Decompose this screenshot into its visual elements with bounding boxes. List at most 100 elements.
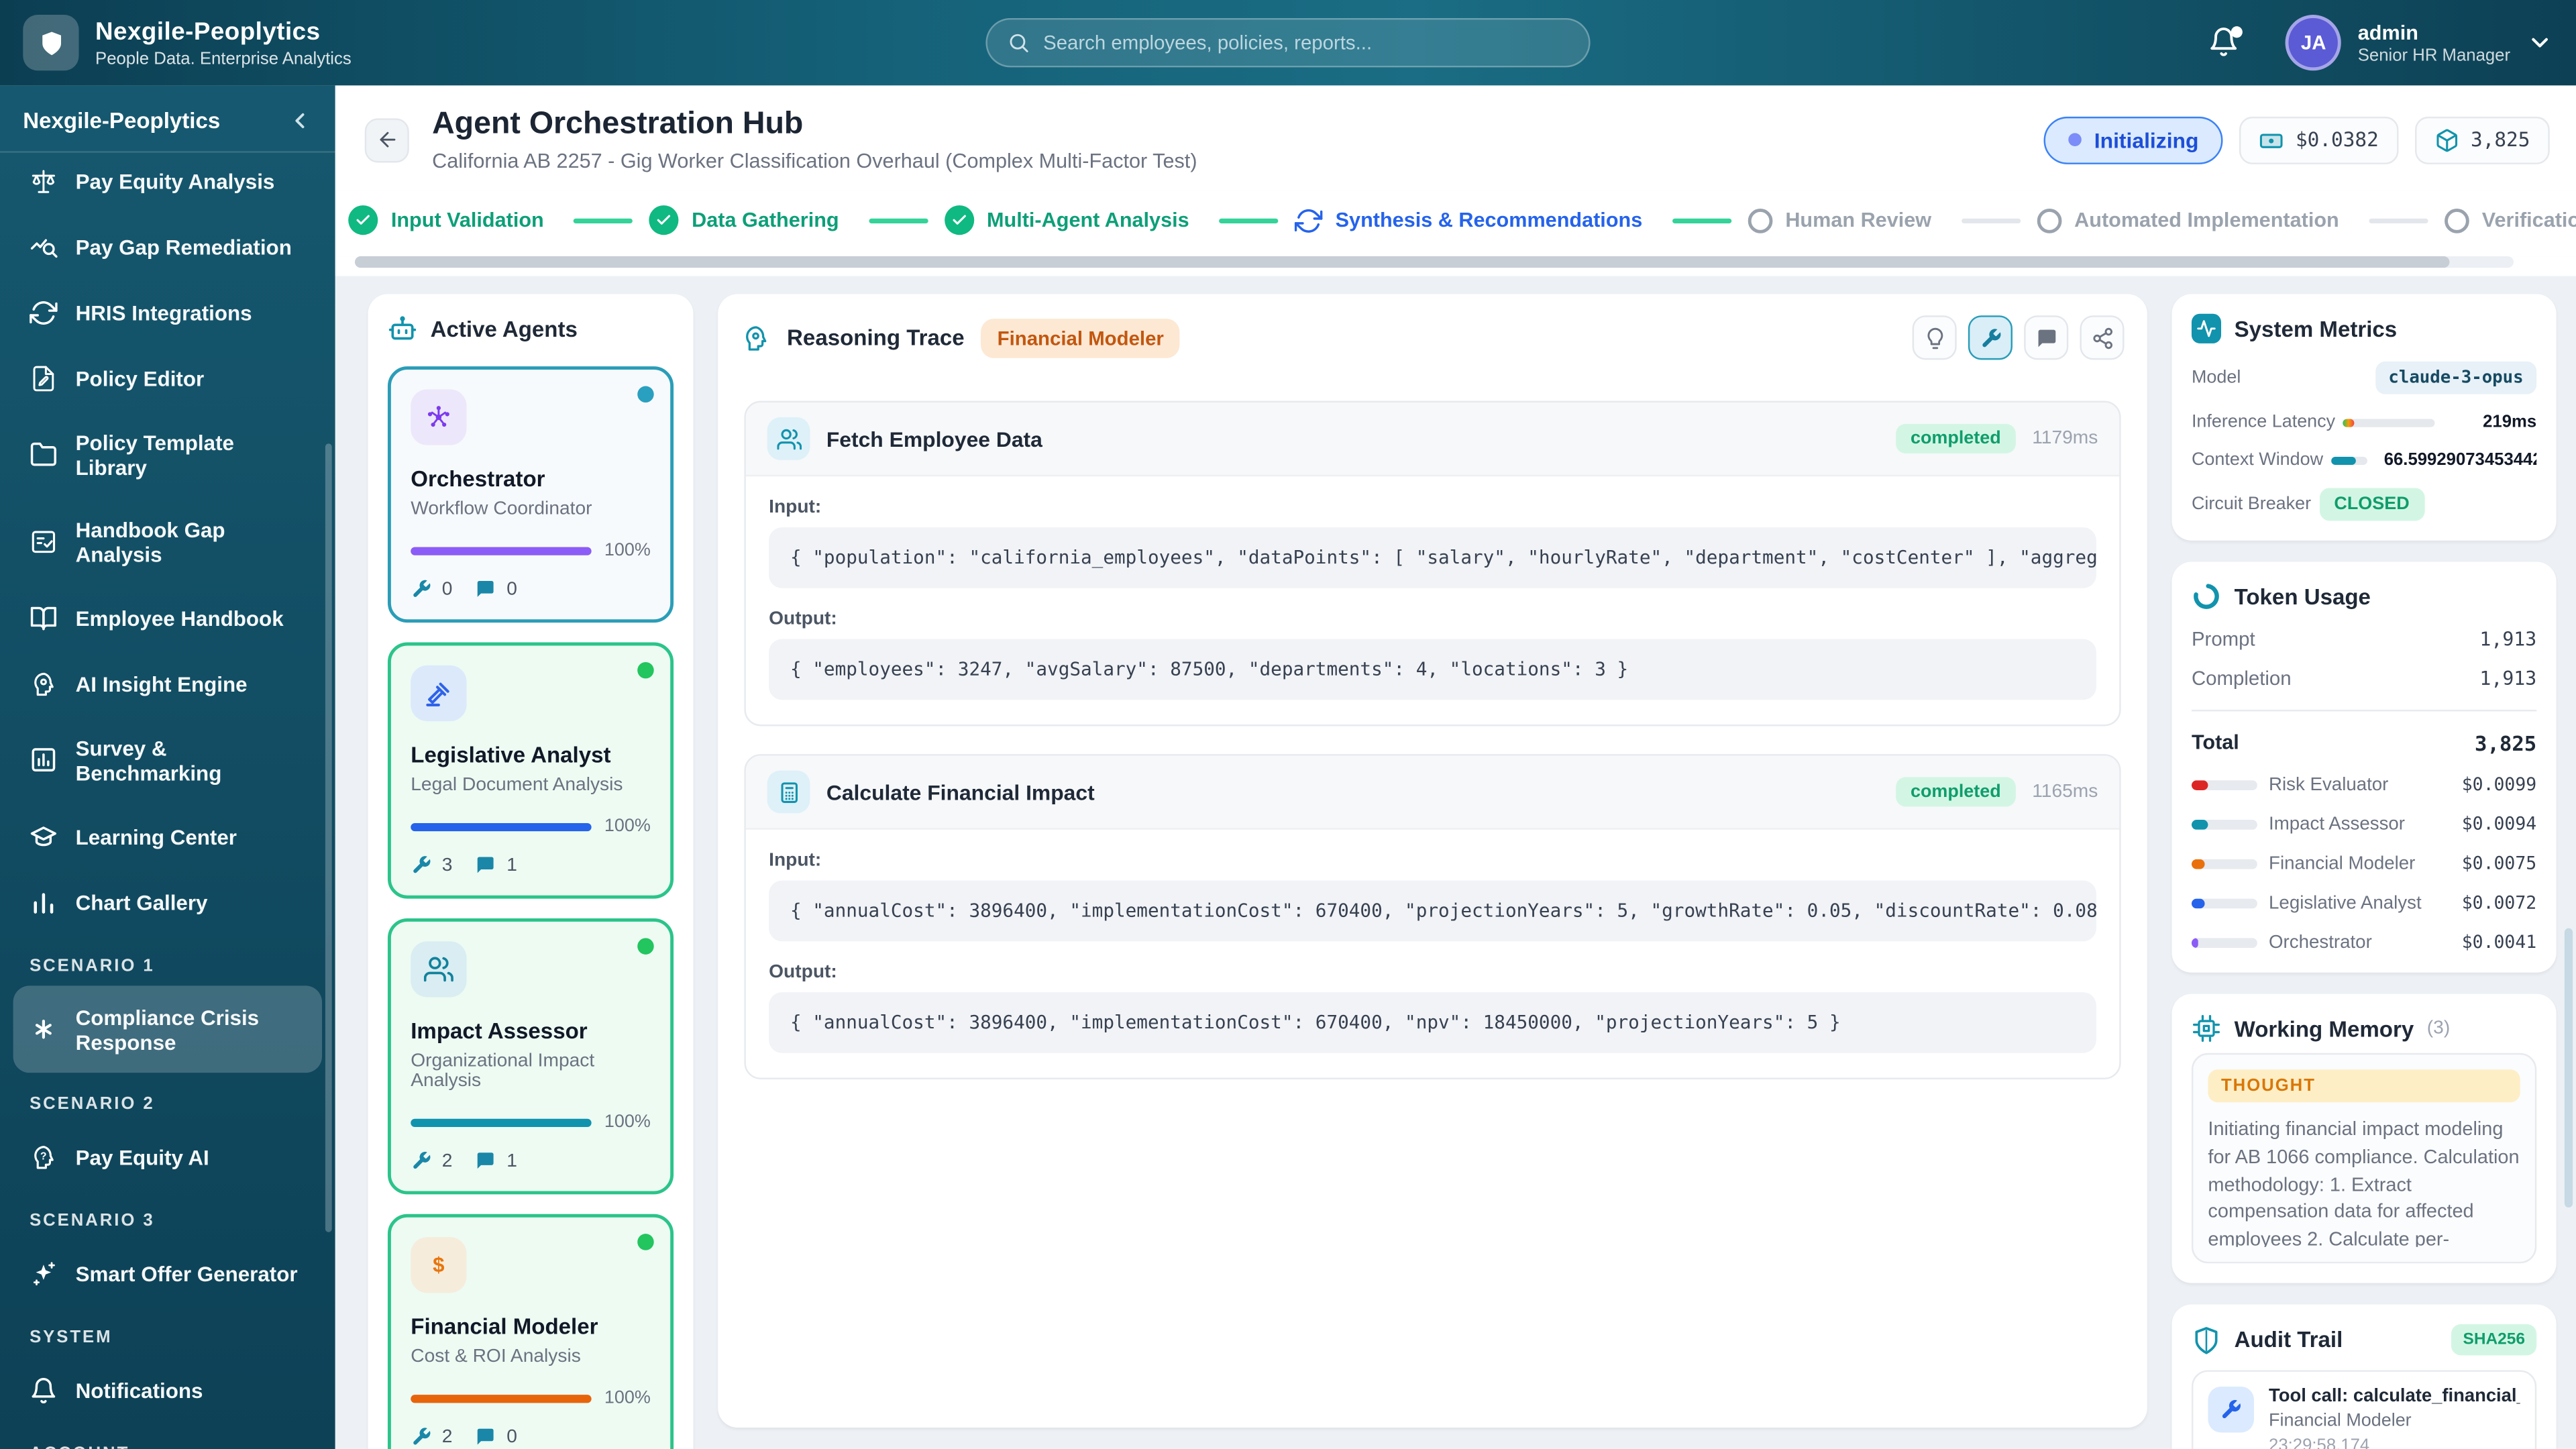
active-agents-title: Active Agents xyxy=(430,316,578,341)
sidebar-item[interactable]: Chart Gallery xyxy=(13,869,322,935)
reasoning-trace-panel: Reasoning Trace Financial Modeler Fetch … xyxy=(718,294,2147,1428)
sidebar-item[interactable]: Learning Center xyxy=(13,804,322,869)
system-metrics-title: System Metrics xyxy=(2234,316,2398,341)
check-icon xyxy=(348,205,378,235)
insights-button[interactable] xyxy=(1912,315,1957,360)
agent-progress-bar xyxy=(411,1118,592,1126)
messages-button[interactable] xyxy=(2024,315,2069,360)
context-value: 66.59929073453442% xyxy=(2383,450,2537,470)
prompt-row: Prompt 1,913 xyxy=(2192,628,2536,651)
agent-message-count: 0 xyxy=(506,1426,517,1447)
pending-circle-icon xyxy=(1747,207,1772,233)
sidebar-item[interactable]: Policy Template Library xyxy=(13,411,322,498)
latency-value: 219ms xyxy=(2483,412,2537,433)
cost-value: $0.0382 xyxy=(2295,128,2379,152)
chat-icon xyxy=(2035,326,2057,349)
agent-card[interactable]: Orchestrator Workflow Coordinator 100% 0… xyxy=(387,366,674,623)
token-agent-cost: $0.0075 xyxy=(2461,853,2537,874)
token-agent-bar xyxy=(2191,858,2257,869)
token-agent-list: Risk Evaluator $0.0099 Impact Assessor $… xyxy=(2191,773,2537,953)
total-row: Total 3,825 xyxy=(2192,731,2536,756)
trace-toolbar xyxy=(1912,315,2125,360)
memory-entry[interactable]: THOUGHT Initiating financial impact mode… xyxy=(2191,1053,2537,1264)
trace-body: Fetch Employee Data completed 1179ms Inp… xyxy=(718,381,2147,1099)
chevron-down-icon[interactable] xyxy=(2527,30,2553,56)
user-role: Senior HR Manager xyxy=(2357,45,2511,65)
sync-icon xyxy=(1294,206,1323,234)
agent-card[interactable]: $ Financial Modeler Cost & ROI Analysis … xyxy=(387,1214,674,1449)
working-memory-list: THOUGHT Initiating financial impact mode… xyxy=(2191,1053,2537,1264)
agent-status-dot xyxy=(637,661,654,679)
tool-call-card[interactable]: Calculate Financial Impact completed 116… xyxy=(744,754,2121,1079)
user-area: JA admin Senior HR Manager xyxy=(2060,15,2553,71)
agent-card[interactable]: Impact Assessor Organizational Impact An… xyxy=(387,918,674,1195)
tokens-badge: 3,825 xyxy=(2414,115,2550,164)
agent-name: Impact Assessor xyxy=(411,1018,588,1044)
global-search[interactable] xyxy=(985,17,1591,68)
agent-message-count: 1 xyxy=(506,1150,517,1171)
sidebar-item[interactable]: HRIS Integrations xyxy=(13,279,322,345)
tool-call-card[interactable]: Fetch Employee Data completed 1179ms Inp… xyxy=(744,400,2121,727)
agent-role: Workflow Coordinator xyxy=(411,499,592,519)
completion-value: 1,913 xyxy=(2479,667,2537,690)
sidebar-collapse-button[interactable] xyxy=(288,109,313,133)
trace-agent-badge: Financial Modeler xyxy=(981,317,1181,358)
completion-row: Completion 1,913 xyxy=(2192,667,2536,690)
sidebar-item-label: Smart Offer Generator xyxy=(75,1260,298,1286)
tools-button[interactable] xyxy=(1968,315,2013,360)
reasoning-head-icon xyxy=(741,323,770,352)
sidebar-item[interactable]: Employee Handbook xyxy=(13,585,322,651)
pipeline-connector xyxy=(1218,217,1278,223)
search-area xyxy=(516,17,2060,68)
sidebar-item[interactable]: Pay Gap Remediation xyxy=(13,213,322,279)
sidebar-item[interactable]: Compliance Crisis Response xyxy=(13,985,323,1073)
agent-tool-count: 3 xyxy=(441,855,453,875)
input-label: Input: xyxy=(769,498,822,518)
sidebar-item[interactable]: ? Pay Equity AI xyxy=(13,1124,322,1189)
output-code: { "annualCost": 3896400, "implementation… xyxy=(769,992,2096,1053)
pipeline-step: Synthesis & Recommendations xyxy=(1294,206,1748,234)
metric-model-row: Model claude-3-opus xyxy=(2192,361,2537,394)
audit-entry[interactable]: Tool call: calculate_financial_impact Fi… xyxy=(2191,1370,2537,1449)
agent-stats: 2 1 xyxy=(411,1150,651,1171)
vertical-scrollbar[interactable] xyxy=(2564,928,2573,1208)
agent-message-count: 0 xyxy=(506,579,517,599)
sidebar-item[interactable]: Policy Editor xyxy=(13,345,322,411)
sidebar-item[interactable]: Notifications xyxy=(13,1357,322,1423)
sidebar-item[interactable]: Handbook Gap Analysis xyxy=(13,498,322,585)
horizontal-scrollbar-thumb[interactable] xyxy=(354,256,2449,268)
sidebar-item[interactable]: AI Insight Engine xyxy=(13,651,322,716)
pipeline-step-label: Human Review xyxy=(1785,209,1932,232)
svg-text:$: $ xyxy=(433,1253,444,1277)
token-agent-row: Impact Assessor $0.0094 xyxy=(2191,813,2536,835)
tool-icon xyxy=(767,770,810,814)
agent-card[interactable]: Legislative Analyst Legal Document Analy… xyxy=(387,642,674,899)
network-icon xyxy=(2090,326,2113,349)
sidebar-scrollbar[interactable] xyxy=(325,443,332,1232)
activity-icon xyxy=(2191,313,2222,343)
token-agent-row: Financial Modeler $0.0075 xyxy=(2191,853,2537,874)
sidebar-header: Nexgile-Peoplytics xyxy=(0,85,335,153)
tool-status-badge: completed xyxy=(1895,423,2016,453)
pipeline-connector xyxy=(1672,217,1731,223)
page-subtitle: California AB 2257 - Gig Worker Classifi… xyxy=(432,149,1197,173)
pipeline-step: Multi-Agent Analysis xyxy=(944,205,1294,235)
horizontal-scrollbar[interactable] xyxy=(354,256,2514,268)
search-input[interactable] xyxy=(1043,31,1569,54)
graph-button[interactable] xyxy=(2080,315,2125,360)
right-column: System Metrics Model claude-3-opus Infer… xyxy=(2171,294,2557,1449)
wrench-icon xyxy=(2208,1386,2255,1433)
audit-time: 23:29:58.174 xyxy=(2269,1436,2370,1449)
sidebar-item[interactable]: Pay Equity Analysis xyxy=(13,162,322,213)
back-button[interactable] xyxy=(364,117,409,162)
agent-role: Organizational Impact Analysis xyxy=(411,1051,595,1091)
sidebar-item[interactable]: Smart Offer Generator xyxy=(13,1240,322,1306)
avatar[interactable]: JA xyxy=(2286,15,2342,71)
agent-progress-label: 100% xyxy=(604,816,651,837)
sidebar-item-icon xyxy=(30,746,58,774)
sidebar-item[interactable]: Survey & Benchmarking xyxy=(13,716,322,804)
agent-stats: 2 0 xyxy=(411,1426,651,1448)
sidebar-item-icon xyxy=(30,298,58,326)
token-agent-name: Risk Evaluator xyxy=(2269,774,2389,795)
page-header: Agent Orchestration Hub California AB 22… xyxy=(335,85,2576,191)
